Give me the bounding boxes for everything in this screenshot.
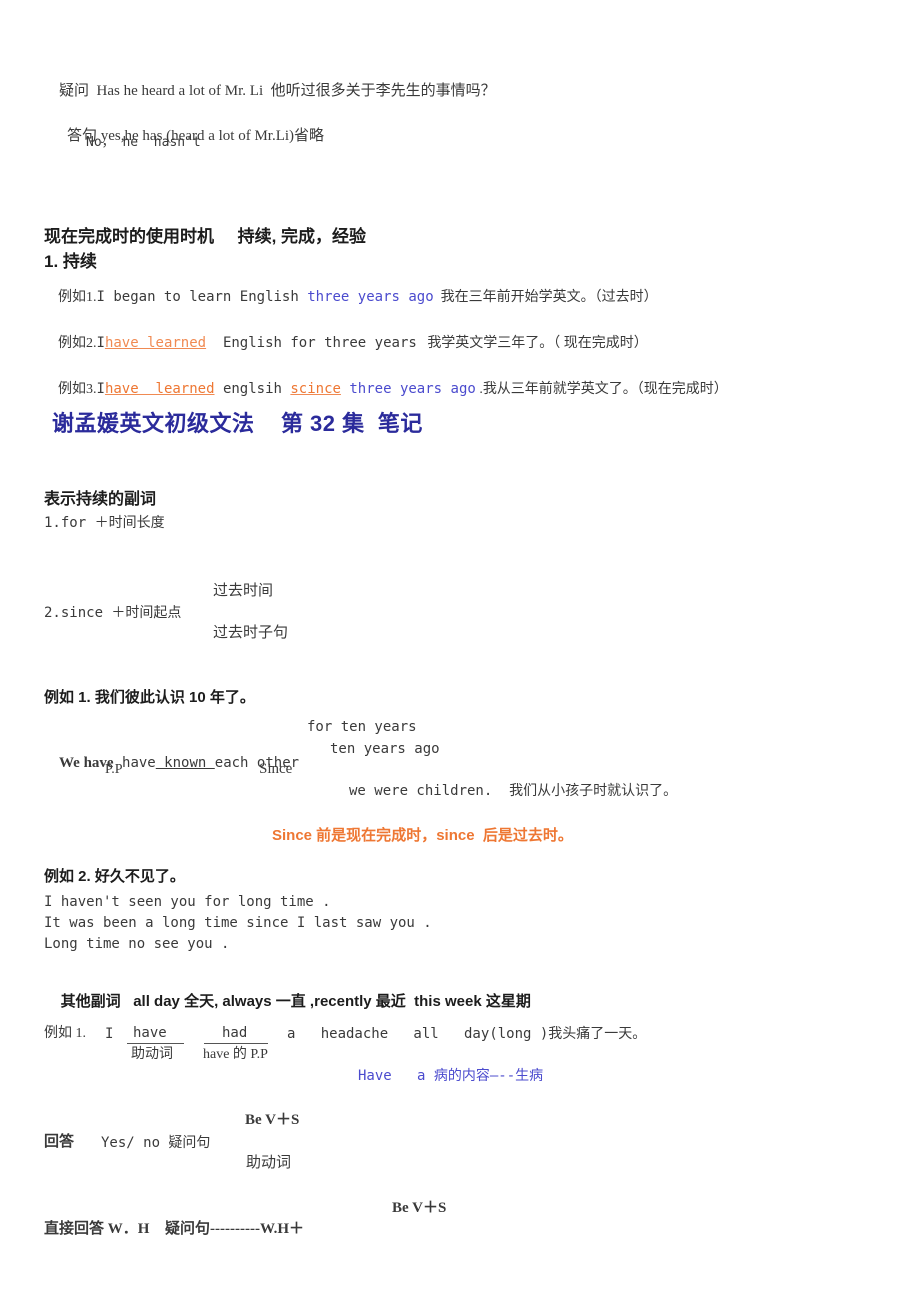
example-3-underlined: have learned: [104, 381, 215, 397]
question-english: Has he heard a lot of Mr. Li: [96, 83, 264, 99]
example3-pp-underline: [204, 1043, 268, 1044]
example-2-underlined: have learned: [104, 335, 207, 351]
example-3-suffix: .我从三年前就学英文了。（现在完成时）: [475, 382, 728, 397]
example1-for-ten-years: for ten years: [307, 719, 417, 735]
usage-example-3: 例如3.Ihave learned englsih scince three y…: [44, 368, 728, 411]
answers-be-vs-bottom: Be V＋S: [392, 1200, 447, 1216]
example1-since-label: Since: [259, 761, 293, 777]
adverbs-heading: 表示持续的副词: [44, 491, 157, 508]
example-3-lead: I: [96, 381, 105, 397]
example1-pp-label: P.P: [105, 762, 123, 777]
answers-direct-text: 疑问句----------W.H＋: [165, 1221, 304, 1237]
usage-heading: 现在完成时的使用时机 持续, 完成，经验: [44, 227, 367, 246]
adverbs-branch-top: 过去时间: [213, 583, 274, 599]
example-2-lead: I: [96, 335, 105, 351]
example3-blue-note: Have a 病的内容—--生病: [358, 1068, 544, 1084]
example1-we-were-children: we were children. 我们从小孩子时就认识了。: [349, 783, 678, 799]
example2-line-2: It was been a long time since I last saw…: [44, 915, 432, 931]
example-3-underlined-2: scince: [290, 381, 341, 397]
question-label: 疑问: [59, 83, 90, 99]
example2-title: 例如 2. 好久不见了。: [44, 868, 185, 885]
other-adverbs-line: 其他副词 all day 全天, always 一直 ,recently 最近 …: [44, 979, 531, 1024]
example1-main-underlined: known: [155, 755, 215, 771]
usage-subheading: 1. 持续: [44, 252, 97, 271]
example3-aux-label: 助动词: [131, 1047, 173, 1062]
answers-text: Yes/ no 疑问句: [101, 1135, 211, 1151]
example1-ten-years-ago: ten years ago: [330, 741, 440, 757]
example3-pp-label: have 的 P.P: [203, 1047, 268, 1062]
example3-aux-underline: [127, 1043, 184, 1044]
usage-example-1: 例如1.I began to learn English three years…: [44, 276, 658, 319]
adverbs-item-2: 2.since ＋时间起点: [44, 605, 182, 621]
usage-example-2: 例如2.Ihave learned English for three year…: [44, 322, 648, 365]
other-adverbs-label: 其他副词: [60, 993, 121, 1010]
adverbs-item-1: 1.for ＋时间长度: [44, 515, 165, 531]
adverbs-branch-bottom: 过去时子句: [213, 625, 289, 641]
example-3-mid: englsih: [214, 381, 291, 397]
example-1-prefix: 例如1.: [58, 290, 97, 305]
document-page: 疑问 Has he heard a lot of Mr. Li 他听过很多关于李…: [0, 0, 920, 1302]
answers-direct-label: 直接回答 W．H: [44, 1221, 150, 1237]
other-adverbs-text: all day 全天, always 一直 ,recently 最近 this …: [133, 993, 531, 1010]
answers-be-vs-top: Be V＋S: [245, 1112, 300, 1128]
example-2-prefix: 例如2.: [58, 336, 97, 351]
example3-rest: a headache all day(long )我头痛了一天。: [287, 1026, 647, 1042]
question-line: 疑问 Has he heard a lot of Mr. Li 他听过很多关于李…: [44, 69, 496, 114]
answer-no-line: No， he hasn't: [86, 135, 201, 150]
example-1-part1: I began to learn English: [96, 289, 308, 305]
answers-label: 回答: [44, 1134, 75, 1150]
example2-line-1: I haven't seen you for long time .: [44, 894, 331, 910]
example3-subject: I: [105, 1026, 114, 1042]
answers-aux-label: 助动词: [246, 1155, 292, 1171]
page-title: 谢孟媛英文初级文法 第 32 集 笔记: [52, 411, 423, 436]
example3-pp-word: had: [222, 1025, 248, 1041]
example-3-highlight: three years ago: [340, 381, 476, 397]
example1-title: 例如 1. 我们彼此认识 10 年了。: [44, 689, 255, 706]
example2-line-3: Long time no see you .: [44, 936, 230, 952]
example3-aux-word: have: [133, 1025, 167, 1041]
question-chinese: 他听过很多关于李先生的事情吗？: [270, 83, 496, 99]
example-1-suffix: 我在三年前开始学英文。（过去时）: [433, 290, 658, 305]
example1-note: Since 前是现在完成时，since 后是过去时。: [272, 827, 573, 844]
example-1-highlight: three years ago: [307, 289, 434, 305]
example-2-suffix: 我学英文学三年了。（ 现在完成时）: [416, 336, 648, 351]
example3-prefix: 例如 1.: [44, 1026, 86, 1041]
example-2-part2: English for three years: [206, 335, 417, 351]
example-3-prefix: 例如3.: [58, 382, 97, 397]
